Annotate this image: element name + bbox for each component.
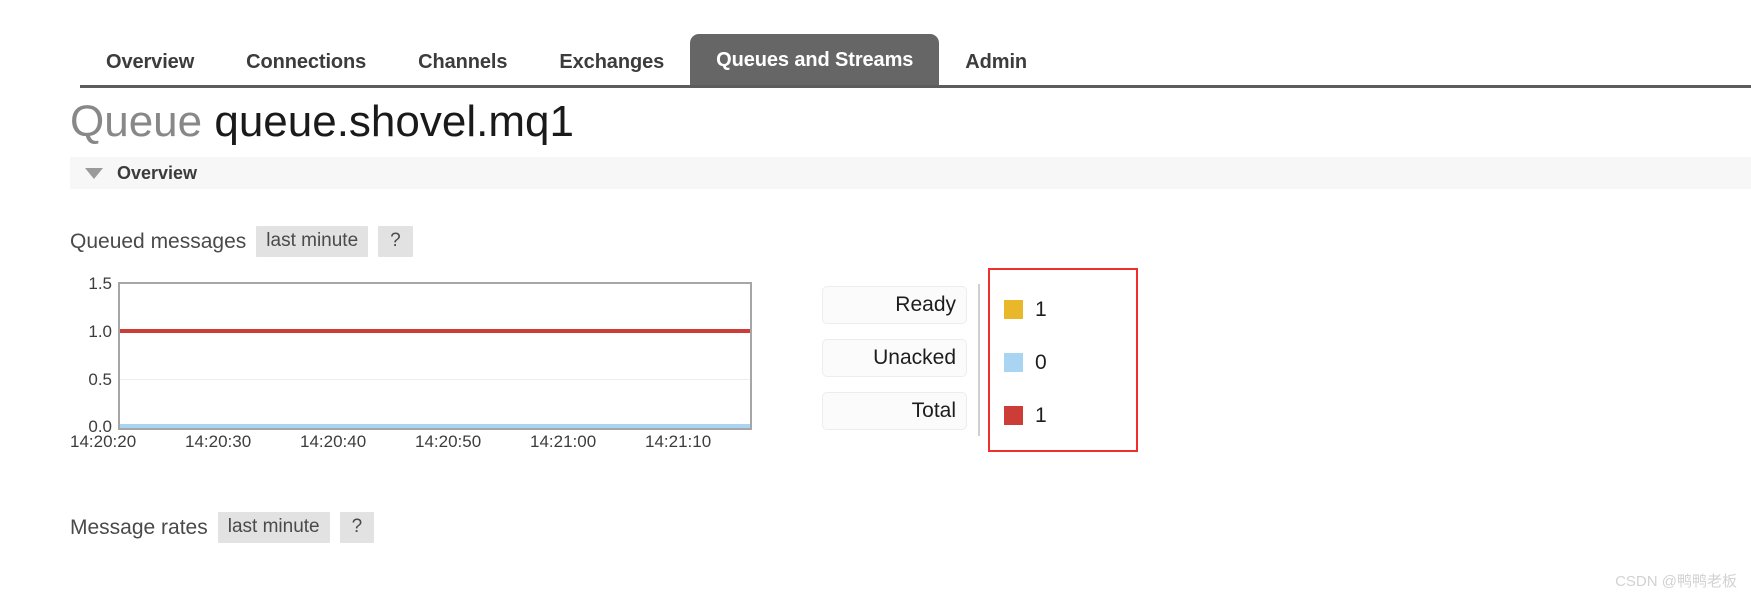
x-tick-label: 14:20:20 xyxy=(70,432,137,451)
tab-exchanges[interactable]: Exchanges xyxy=(533,38,690,88)
y-tick-label: 0.5 xyxy=(88,370,112,389)
stats-divider xyxy=(978,284,980,436)
nav-underline xyxy=(80,85,1751,88)
queued-messages-stat-list: Ready Unacked Total xyxy=(822,286,967,445)
page-title-kind: Queue xyxy=(70,97,203,146)
top-navigation: Overview Connections Channels Exchanges … xyxy=(0,0,1751,88)
chart-x-axis: 14:20:20 14:20:30 14:20:40 14:20:50 14:2… xyxy=(70,432,760,458)
legend-swatch-icon xyxy=(1004,299,1023,319)
x-tick-label: 14:20:30 xyxy=(185,432,252,451)
legend-item-ready: 1 xyxy=(1004,290,1136,328)
queued-messages-legend: 1 0 1 xyxy=(990,270,1136,450)
chart-series-unacked xyxy=(120,424,750,428)
legend-swatch-icon xyxy=(1004,405,1023,425)
stat-button-unacked[interactable]: Unacked xyxy=(822,339,967,377)
queued-messages-heading: Queued messages last minute ? xyxy=(70,226,413,257)
queued-messages-help-button[interactable]: ? xyxy=(378,226,413,257)
y-tick-label: 1.5 xyxy=(88,274,112,293)
tab-channels[interactable]: Channels xyxy=(392,38,533,88)
queued-messages-range-button[interactable]: last minute xyxy=(256,226,369,257)
stat-button-total[interactable]: Total xyxy=(822,392,967,430)
tab-queues-and-streams[interactable]: Queues and Streams xyxy=(690,34,940,88)
section-header-overview[interactable]: Overview xyxy=(70,157,1751,189)
message-rates-range-button[interactable]: last minute xyxy=(217,512,330,543)
queued-messages-chart: 1.5 1.0 0.5 0.0 14:20:20 14:20:30 14:20:… xyxy=(70,274,760,458)
queued-messages-title: Queued messages xyxy=(70,229,247,253)
legend-item-total: 1 xyxy=(1004,396,1136,434)
page-title: Queue queue.shovel.mq1 xyxy=(70,100,574,144)
message-rates-help-button[interactable]: ? xyxy=(339,512,375,543)
message-rates-heading: Message rates last minute ? xyxy=(70,512,375,543)
watermark: CSDN @鸭鸭老板 xyxy=(1615,573,1737,590)
legend-value-total: 1 xyxy=(1035,403,1047,427)
tab-connections[interactable]: Connections xyxy=(220,38,392,88)
page-title-name: queue.shovel.mq1 xyxy=(214,97,574,146)
legend-swatch-icon xyxy=(1004,352,1023,372)
triangle-down-icon xyxy=(85,167,103,179)
x-tick-label: 14:20:40 xyxy=(300,432,367,451)
chart-plot-area[interactable] xyxy=(118,282,752,430)
section-header-label: Overview xyxy=(117,162,198,183)
tab-overview[interactable]: Overview xyxy=(80,38,220,88)
tab-admin[interactable]: Admin xyxy=(939,38,1053,88)
x-tick-label: 14:21:10 xyxy=(645,432,712,451)
legend-value-unacked: 0 xyxy=(1035,350,1047,374)
y-tick-label: 1.0 xyxy=(88,322,112,341)
nav-tab-list: Overview Connections Channels Exchanges … xyxy=(80,32,1053,88)
x-tick-label: 14:21:00 xyxy=(530,432,597,451)
legend-value-ready: 1 xyxy=(1035,297,1047,321)
chart-gridline xyxy=(120,379,750,380)
message-rates-title: Message rates xyxy=(70,515,208,539)
stat-button-ready[interactable]: Ready xyxy=(822,286,967,324)
chart-y-axis: 1.5 1.0 0.5 0.0 xyxy=(70,274,112,436)
queued-messages-legend-highlight: 1 0 1 xyxy=(988,268,1138,452)
legend-item-unacked: 0 xyxy=(1004,343,1136,381)
chart-series-total xyxy=(120,329,750,333)
x-tick-label: 14:20:50 xyxy=(415,432,482,451)
